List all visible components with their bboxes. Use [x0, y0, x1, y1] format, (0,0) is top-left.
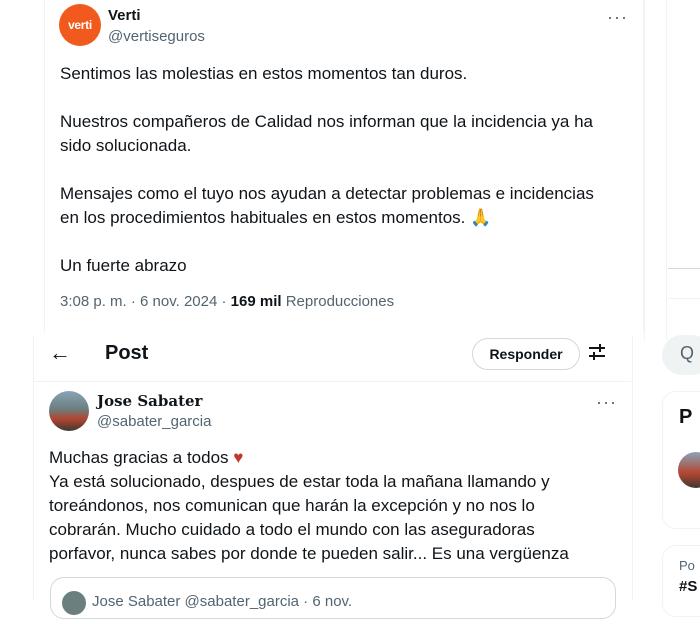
search-icon: Q — [680, 343, 695, 363]
tweet-meta: 3:08 p. m. · 6 nov. 2024 · 169 mil Repro… — [60, 293, 395, 310]
filter-icon-svg — [589, 344, 605, 360]
tweet-line: Ya está solucionado, despues de estar to… — [49, 472, 550, 491]
tweet-paragraph-3: Mensajes como el tuyo nos ayudan a detec… — [60, 184, 594, 227]
tweet-timestamp[interactable]: 3:08 p. m. · 6 nov. 2024 — [60, 293, 217, 310]
divider — [644, 0, 645, 340]
views-count: 169 mil — [230, 293, 282, 310]
trend-hashtag[interactable]: #S — [679, 578, 697, 595]
tweet-paragraph-1: Sentimos las molestias en estos momentos… — [60, 64, 468, 83]
reply-button[interactable]: Responder — [472, 338, 580, 370]
author-name[interactable]: Verti — [108, 7, 141, 24]
tweet-paragraph-4: Un fuerte abrazo — [60, 256, 187, 275]
more-options-icon[interactable]: ··· — [596, 393, 617, 411]
back-arrow-icon[interactable]: ← — [49, 340, 71, 366]
divider — [33, 381, 631, 382]
author-name[interactable]: Jose Sabater — [97, 392, 202, 410]
verti-tweet-card — [44, 0, 644, 332]
views-label: Reproducciones — [285, 293, 395, 310]
tweet-line: cobrarán. Mucho cuidado a todo el mundo … — [49, 520, 535, 539]
sidebar-card-title: P — [679, 406, 693, 428]
quoted-tweet-header: Jose Sabater @sabater_garcia · 6 nov. — [92, 593, 353, 610]
heart-icon: ♥ — [233, 448, 244, 467]
quoted-avatar — [62, 591, 86, 615]
more-options-icon[interactable]: ··· — [607, 8, 628, 26]
divider — [668, 268, 700, 269]
avatar-text: verti — [68, 18, 92, 32]
page-title: Post — [105, 342, 149, 364]
author-handle[interactable]: @vertiseguros — [108, 28, 205, 45]
tweet-line: porfavor, nunca sabes por donde te puede… — [49, 544, 569, 563]
filter-icon[interactable] — [588, 343, 606, 361]
tweet-line: Muchas gracias a todos ♥ — [49, 448, 244, 467]
jose-avatar[interactable] — [49, 391, 89, 431]
tweet-paragraph-2: Nuestros compañeros de Calidad nos infor… — [60, 112, 593, 155]
verti-avatar[interactable]: verti — [59, 4, 101, 46]
search-input[interactable]: Q — [662, 335, 700, 375]
divider — [666, 0, 667, 340]
sidebar-card: Po #S — [662, 545, 700, 617]
tweet-line: toreándonos, nos comunican que harán la … — [49, 496, 535, 515]
author-handle[interactable]: @sabater_garcia — [97, 413, 211, 430]
divider — [668, 298, 700, 299]
sidebar-card-label: Po — [679, 558, 695, 573]
